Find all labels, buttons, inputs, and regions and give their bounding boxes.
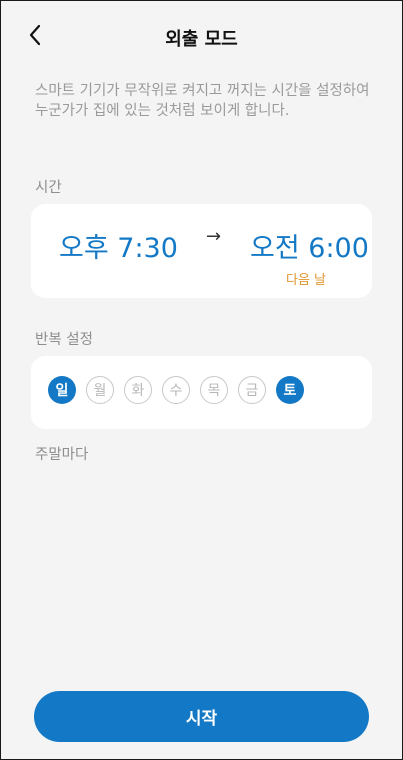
repeat-card: 일 월 화 수 목 금 토 [31,356,372,429]
day-selector: 일 월 화 수 목 금 토 [48,376,304,404]
repeat-summary: 주말마다 [35,447,89,463]
header: 외출 모드 [1,1,402,71]
repeat-section-label: 반복 설정 [35,332,93,348]
time-card[interactable]: 오후 7:30 → 오전 6:00 다음 날 [31,204,372,298]
day-toggle-sun[interactable]: 일 [48,376,76,404]
end-time[interactable]: 오전 6:00 [250,226,369,265]
screen: 외출 모드 스마트 기기가 무작위로 켜지고 꺼지는 시간을 설정하여 누군가가… [0,0,403,760]
day-toggle-fri[interactable]: 금 [238,376,266,404]
day-toggle-mon[interactable]: 월 [86,376,114,404]
description-text: 스마트 기기가 무작위로 켜지고 꺼지는 시간을 설정하여 누군가가 집에 있는… [35,83,370,119]
day-toggle-sat[interactable]: 토 [276,376,304,404]
time-section-label: 시간 [35,180,62,196]
day-toggle-wed[interactable]: 수 [162,376,190,404]
start-button[interactable]: 시작 [34,691,369,742]
day-toggle-thu[interactable]: 목 [200,376,228,404]
arrow-right-icon: → [206,226,222,247]
page-title: 외출 모드 [165,29,238,50]
next-day-note: 다음 날 [286,273,327,288]
start-time[interactable]: 오후 7:30 [59,226,178,265]
day-toggle-tue[interactable]: 화 [124,376,152,404]
